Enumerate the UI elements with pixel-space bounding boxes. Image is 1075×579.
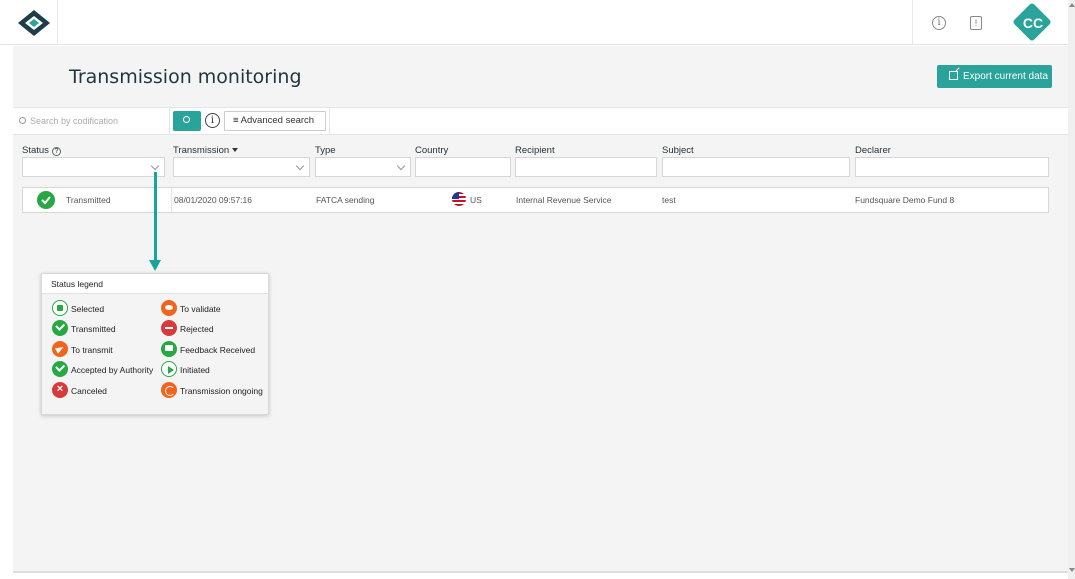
legend-label: Accepted by Authority — [71, 365, 154, 375]
legend-item-selected: Selected — [52, 300, 104, 317]
column-label: Country — [415, 145, 449, 156]
legend-item-to-validate: To validate — [161, 300, 221, 317]
page-title: Transmission monitoring — [69, 66, 302, 88]
search-input[interactable]: Search by codification — [13, 108, 170, 134]
legend-label: Canceled — [71, 386, 107, 396]
legend-title: Status legend — [42, 274, 268, 294]
help-icon[interactable]: ? — [51, 147, 61, 156]
recipient-filter-input[interactable] — [515, 157, 657, 177]
legend-label: Initiated — [180, 365, 210, 375]
table-row[interactable]: Transmitted 08/01/2020 09:57:16 FATCA se… — [22, 187, 1049, 213]
avatar-initials: CC — [1022, 15, 1044, 31]
column-label: Status — [22, 145, 49, 156]
column-header-status[interactable]: Status? — [22, 145, 61, 156]
legend-label: Feedback Received — [180, 345, 256, 355]
advanced-search-button[interactable]: ≡ Advanced search — [224, 111, 326, 131]
top-bar: i ! CC — [0, 0, 1068, 45]
cell-transmission: 08/01/2020 09:57:16 — [174, 195, 252, 205]
column-header-transmission[interactable]: Transmission — [173, 145, 239, 156]
legend-label: Rejected — [180, 324, 214, 334]
cell-divider — [171, 188, 172, 212]
scroll-up-icon[interactable] — [1069, 3, 1075, 7]
status-filter-select[interactable] — [22, 157, 165, 177]
legend-label: To validate — [180, 304, 221, 314]
cell-country-code: US — [470, 195, 482, 205]
column-label: Transmission — [173, 145, 230, 156]
column-header-type[interactable]: Type — [315, 145, 336, 156]
transmitted-icon — [52, 320, 68, 336]
column-header-country[interactable]: Country — [415, 145, 448, 156]
annotation-arrow-head — [149, 260, 161, 271]
play-icon — [161, 361, 177, 377]
column-label: Type — [315, 145, 336, 156]
type-filter-select[interactable] — [315, 157, 411, 177]
info-icon[interactable]: i — [932, 16, 946, 30]
annotation-arrow-line — [154, 172, 157, 261]
cell-status: Transmitted — [66, 195, 111, 205]
cell-declarer: Fundsquare Demo Fund 8 — [855, 195, 955, 205]
bottom-border — [13, 571, 1068, 573]
send-icon — [52, 341, 68, 357]
alert-icon[interactable]: ! — [970, 16, 982, 30]
legend-item-ongoing: Transmission ongoing — [161, 382, 263, 399]
logo-divider — [57, 0, 58, 45]
export-button[interactable]: Export current data — [937, 65, 1052, 88]
legend-label: Selected — [71, 304, 105, 314]
legend-label: To transmit — [71, 345, 113, 355]
legend-item-feedback-received: Feedback Received — [161, 341, 255, 358]
search-button[interactable] — [173, 111, 201, 131]
declarer-filter-input[interactable] — [855, 157, 1049, 177]
minus-icon — [161, 320, 177, 336]
advanced-search-label: Advanced search — [240, 115, 315, 126]
sort-desc-icon — [232, 148, 239, 152]
cell-country: US — [452, 188, 482, 212]
search-placeholder: Search by codification — [30, 116, 119, 126]
column-label: Declarer — [855, 145, 891, 156]
column-header-declarer[interactable]: Declarer — [855, 145, 891, 156]
legend-label: Transmitted — [71, 324, 116, 334]
cell-type: FATCA sending — [316, 195, 375, 205]
search-icon — [183, 116, 190, 123]
export-button-label: Export current data — [962, 71, 1049, 82]
cell-subject: test — [662, 195, 676, 205]
search-divider — [329, 108, 330, 134]
status-legend-popup: Status legend Selected To validate Trans… — [41, 273, 269, 415]
chevron-down-icon — [396, 161, 406, 171]
chevron-down-icon — [295, 161, 305, 171]
eye-icon — [161, 300, 177, 316]
cancel-icon — [52, 382, 68, 398]
legend-item-rejected: Rejected — [161, 320, 214, 337]
chevron-down-icon — [150, 161, 160, 171]
header-divider — [912, 0, 913, 45]
search-icon — [19, 117, 26, 124]
legend-item-accepted: Accepted by Authority — [52, 361, 153, 378]
column-header-subject[interactable]: Subject — [662, 145, 694, 156]
legend-label: Transmission ongoing — [180, 386, 263, 396]
fundsquare-logo-icon[interactable] — [17, 9, 51, 37]
transmission-filter-select[interactable] — [173, 157, 310, 177]
avatar[interactable]: CC — [1012, 2, 1053, 42]
search-bar: Search by codification i ≡ Advanced sear… — [13, 107, 1068, 135]
subject-filter-input[interactable] — [662, 157, 850, 177]
legend-item-canceled: Canceled — [52, 382, 107, 399]
us-flag-icon — [452, 192, 466, 206]
legend-item-transmitted: Transmitted — [52, 320, 116, 337]
transmitted-status-icon — [37, 191, 55, 209]
scroll-down-icon[interactable] — [1069, 568, 1075, 572]
external-link-icon — [948, 71, 958, 80]
info-icon[interactable]: i — [205, 113, 220, 128]
check-icon — [52, 361, 68, 377]
message-icon — [161, 341, 177, 357]
column-label: Subject — [662, 145, 694, 156]
country-filter-input[interactable] — [415, 157, 511, 177]
vertical-scrollbar[interactable] — [1068, 0, 1075, 579]
menu-lines-icon: ≡ — [233, 115, 241, 126]
column-label: Recipient — [515, 145, 555, 156]
sync-icon — [161, 382, 177, 398]
cell-recipient: Internal Revenue Service — [516, 195, 612, 205]
legend-item-initiated: Initiated — [161, 361, 210, 378]
legend-item-to-transmit: To transmit — [52, 341, 113, 358]
selected-icon — [52, 300, 68, 316]
column-header-recipient[interactable]: Recipient — [515, 145, 555, 156]
